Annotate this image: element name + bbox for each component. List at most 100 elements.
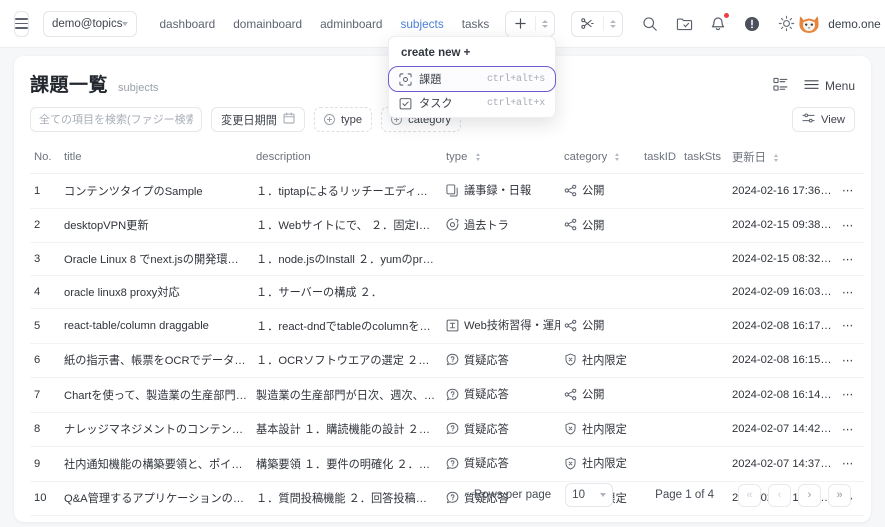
column-header-type[interactable]: type — [442, 142, 560, 174]
cell-title-link[interactable]: ナレッジマネジメントのコンテンツ購... — [60, 412, 252, 447]
row-actions-button[interactable]: ⋯ — [838, 275, 864, 309]
folder-check-icon[interactable] — [673, 13, 695, 35]
cell-type: 質疑応答 — [442, 343, 560, 378]
table-row[interactable]: 7 Chartを使って、製造業の生産部門が日... 製造業の生産部門が日次、週次、月… — [30, 377, 864, 413]
workspace-selector[interactable]: demo@topics — [43, 10, 138, 37]
row-actions-button[interactable]: ⋯ — [838, 242, 864, 276]
row-actions-button[interactable]: ⋯ — [838, 377, 864, 413]
column-header-category[interactable]: category — [560, 142, 640, 174]
cell-title-link[interactable]: desktopVPN更新 — [60, 208, 252, 243]
table-row[interactable]: 8 ナレッジマネジメントのコンテンツ購... 基本設計 １．購読機能の設計 ２．通知… — [30, 412, 864, 447]
cell-title-link[interactable]: react-table/column draggable — [60, 308, 252, 344]
alert-info-icon[interactable] — [741, 13, 763, 35]
cell-title-link[interactable]: Oracle Linux 8 でnext.jsの開発環境を... — [60, 242, 252, 276]
table-row[interactable]: 6 紙の指示書、帳票をOCRでデータ化し... １．OCRソフトウエアの選定 ２．ス… — [30, 343, 864, 378]
shield-icon — [564, 422, 577, 435]
rows-per-page-select[interactable]: 10 — [565, 483, 614, 507]
dropdown-item-subject[interactable]: 課題 ctrl+alt+s — [388, 66, 556, 92]
cell-row-number: 3 — [30, 242, 60, 276]
nav-link-dashboard[interactable]: dashboard — [159, 17, 215, 31]
share-icon — [564, 218, 577, 231]
prev-page-button[interactable]: ‹ — [768, 483, 791, 507]
shortcut-stepper-icon[interactable] — [604, 19, 622, 28]
menu-button[interactable]: Menu — [804, 78, 855, 94]
sort-toggle-icon[interactable] — [774, 154, 779, 163]
page-subtitle: subjects — [118, 82, 159, 94]
date-range-filter-label: 変更日期間 — [221, 114, 277, 127]
row-actions-button[interactable]: ⋯ — [838, 208, 864, 243]
cell-updated: 2024-02-08 16:17:37 — [728, 308, 838, 344]
question-chat-icon — [446, 353, 459, 366]
user-menu[interactable]: demo.one — [797, 12, 885, 36]
table-row[interactable]: 1 コンテンツタイプのSample １．tiptapによるリッチーエディータ ...… — [30, 173, 864, 209]
plus-icon[interactable] — [506, 18, 535, 29]
cell-type-label: 過去トラ — [464, 219, 509, 232]
cell-category-label: 公開 — [582, 185, 605, 197]
column-header-description: description — [252, 142, 442, 174]
search-input[interactable] — [30, 107, 202, 132]
create-new-stepper-icon[interactable] — [536, 19, 554, 28]
last-page-button[interactable]: » — [828, 483, 851, 507]
nav-link-domainboard[interactable]: domainboard — [233, 17, 302, 31]
cell-type-label: 質疑応答 — [464, 354, 509, 367]
cell-updated: 2024-02-16 17:36:15 — [728, 173, 838, 209]
nav-link-subjects[interactable]: subjects — [400, 17, 443, 31]
shortcut-split-button[interactable] — [571, 10, 624, 37]
cell-title-link[interactable]: コンテンツタイプのSample — [60, 173, 252, 209]
cell-category — [560, 275, 640, 309]
cell-row-number: 8 — [30, 412, 60, 447]
cell-type-label: 議事録・日報 — [464, 185, 532, 197]
task-check-icon — [399, 97, 412, 110]
notification-badge-dot — [724, 12, 730, 18]
cell-updated: 2024-02-09 16:03:30 — [728, 275, 838, 309]
cell-type-label: Web技術習得・運用 — [464, 320, 560, 332]
row-actions-button[interactable]: ⋯ — [838, 173, 864, 209]
cell-row-number: 2 — [30, 208, 60, 243]
nav-link-adminboard[interactable]: adminboard — [320, 17, 382, 31]
sort-toggle-icon[interactable] — [615, 153, 620, 162]
plus-circle-icon — [323, 114, 335, 125]
row-actions-button[interactable]: ⋯ — [838, 308, 864, 344]
cell-tasksts — [680, 377, 728, 413]
column-header-updated[interactable]: 更新日 — [728, 142, 838, 174]
bell-notification-icon[interactable] — [707, 12, 730, 35]
view-options-button[interactable]: View — [791, 107, 855, 132]
cell-type — [442, 242, 560, 276]
hamburger-menu-icon[interactable] — [14, 10, 29, 37]
grid-view-icon[interactable] — [773, 77, 788, 95]
create-new-split-button[interactable] — [505, 10, 556, 37]
cell-title-link[interactable]: 紙の指示書、帳票をOCRでデータ化し... — [60, 343, 252, 378]
cell-taskid — [640, 275, 680, 309]
cell-category: 公開 — [560, 377, 640, 413]
column-header-updated-label: 更新日 — [732, 152, 766, 164]
cell-title-link[interactable]: Chartを使って、製造業の生産部門が日... — [60, 377, 252, 413]
cell-taskid — [640, 343, 680, 378]
dropdown-item-shortcut: ctrl+alt+s — [486, 73, 545, 85]
page-title: 課題一覧 — [30, 75, 109, 96]
nav-link-tasks[interactable]: tasks — [462, 17, 490, 31]
sort-toggle-icon[interactable] — [475, 153, 480, 162]
share-icon — [564, 388, 577, 401]
row-actions-button[interactable]: ⋯ — [838, 343, 864, 378]
search-icon[interactable] — [639, 13, 661, 35]
subjects-card: 課題一覧 subjects Menu 全ての項目を検索(ファジー検索)... 変… — [14, 56, 871, 522]
table-row[interactable]: 3 Oracle Linux 8 でnext.jsの開発環境を... １．node.… — [30, 242, 864, 276]
first-page-button[interactable]: « — [738, 483, 761, 507]
dropdown-item-task[interactable]: タスク ctrl+alt+x — [389, 91, 555, 115]
next-page-button[interactable]: › — [798, 483, 821, 507]
table-row[interactable]: 5 react-table/column draggable １．react-dnd… — [30, 308, 864, 344]
cell-title-link[interactable]: oracle linux8 proxy対応 — [60, 275, 252, 309]
row-actions-button[interactable]: ⋯ — [838, 412, 864, 447]
table-row[interactable]: 4 oracle linux8 proxy対応 １．サーバーの構成 ２． 2024-0… — [30, 275, 864, 309]
cell-description: １．サーバーの構成 ２． — [252, 275, 442, 309]
date-range-filter[interactable]: 変更日期間 — [211, 107, 305, 132]
cell-taskid — [640, 377, 680, 413]
cell-category-label: 公開 — [582, 219, 605, 232]
filter-type-button[interactable]: type — [313, 107, 373, 132]
scissors-icon[interactable] — [572, 18, 603, 29]
brightness-sun-icon[interactable] — [775, 13, 797, 35]
table-row[interactable]: 2 desktopVPN更新 １．Webサイトにで、 ２．固定ID＋コ... 過去トラ… — [30, 208, 864, 243]
column-header-taskid: taskID — [640, 142, 680, 174]
dropdown-heading: create new + — [401, 47, 471, 59]
cell-type-label: 質疑応答 — [464, 389, 509, 401]
